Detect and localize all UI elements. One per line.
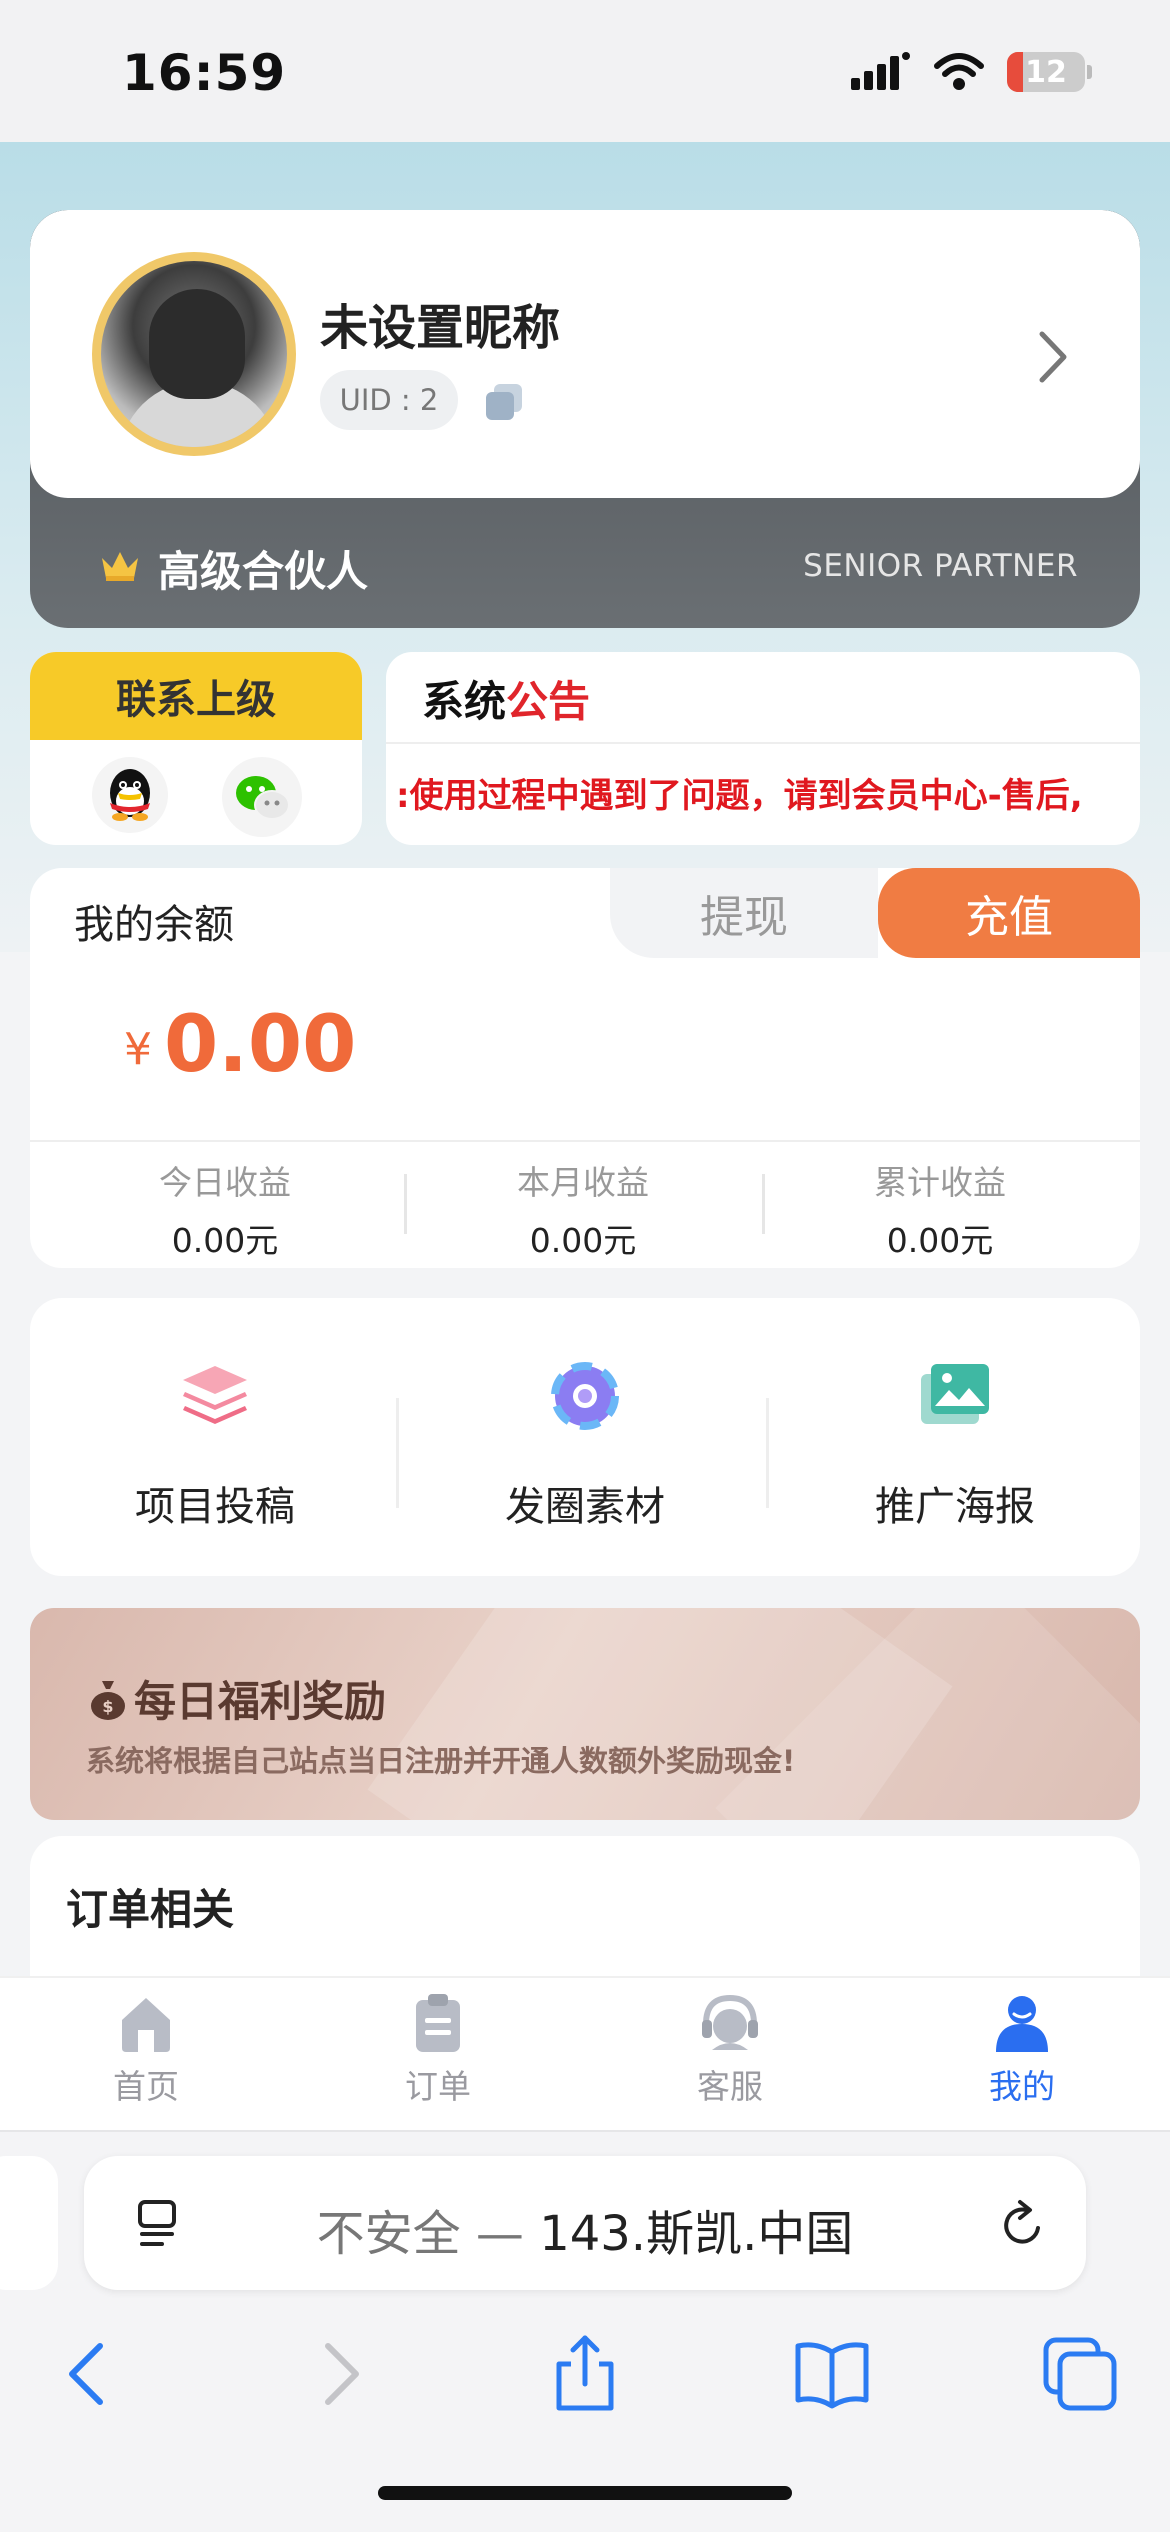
tab-label: 首页 bbox=[113, 2067, 179, 2106]
copy-icon[interactable] bbox=[482, 380, 526, 424]
partner-level-row: 高级合伙人 SENIOR PARTNER bbox=[30, 498, 1140, 628]
contact-superior-card: 联系上级 bbox=[30, 652, 362, 845]
balance-amount: 0.00 bbox=[164, 1000, 357, 1090]
home-indicator bbox=[378, 2486, 792, 2500]
tool-label: 发圈素材 bbox=[505, 1484, 665, 1530]
browser-nav-row bbox=[0, 2318, 1170, 2438]
orders-title: 订单相关 bbox=[66, 1885, 235, 1934]
avatar[interactable] bbox=[92, 252, 296, 456]
bonus-title-text: 每日福利奖励 bbox=[134, 1677, 387, 1726]
user-icon bbox=[996, 1996, 1048, 2052]
chevron-right-icon[interactable] bbox=[1038, 330, 1068, 384]
stat-label: 今日收益 bbox=[159, 1163, 291, 1202]
wechat-icon[interactable] bbox=[222, 757, 302, 837]
contact-title: 联系上级 bbox=[30, 652, 362, 740]
currency-symbol: ¥ bbox=[124, 1024, 152, 1075]
battery-level: 12 bbox=[1025, 54, 1067, 90]
crown-icon bbox=[102, 552, 138, 581]
notice-title-part1: 系统 bbox=[422, 677, 507, 726]
tab-support[interactable]: 客服 bbox=[584, 1992, 876, 2108]
tab-label: 我的 bbox=[989, 2067, 1055, 2106]
system-notice-card[interactable]: 系统公告 :使用过程中遇到了问题，请到会员中心-售后, bbox=[386, 652, 1140, 845]
recharge-button[interactable]: 充值 bbox=[878, 868, 1140, 958]
tool-project-submit[interactable]: 项目投稿 bbox=[30, 1358, 400, 1532]
stat-value: 0.00元 bbox=[886, 1221, 994, 1260]
clipboard-icon bbox=[416, 1994, 460, 2052]
tab-home[interactable]: 首页 bbox=[0, 1992, 292, 2108]
tool-label: 项目投稿 bbox=[135, 1484, 295, 1530]
bonus-subtitle: 系统将根据自己站点当日注册并开通人数额外奖励现金! bbox=[86, 1744, 796, 1778]
tab-label: 订单 bbox=[405, 2067, 471, 2106]
status-icons: 12 bbox=[851, 52, 1092, 92]
status-time: 16:59 bbox=[122, 44, 287, 102]
wifi-icon bbox=[934, 53, 984, 90]
stat-total: 累计收益 0.00元 bbox=[790, 1156, 1090, 1262]
headset-icon bbox=[702, 1994, 758, 2050]
stat-divider bbox=[404, 1174, 407, 1234]
stat-label: 累计收益 bbox=[874, 1163, 1006, 1202]
url-domain: 143.斯凯.中国 bbox=[539, 2206, 854, 2262]
tabs-icon[interactable] bbox=[1040, 2334, 1120, 2414]
tool-moments-material[interactable]: 发圈素材 bbox=[400, 1358, 770, 1532]
insecure-label: 不安全 — bbox=[316, 2206, 524, 2262]
url-text[interactable]: 不安全 — 143.斯凯.中国 bbox=[84, 2194, 1086, 2264]
stat-month: 本月收益 0.00元 bbox=[433, 1156, 733, 1262]
tab-orders[interactable]: 订单 bbox=[292, 1992, 584, 2108]
profile-card[interactable]: 未设置昵称 UID : 2 高级合伙人 SENIOR PARTNER bbox=[30, 210, 1140, 628]
previous-tab-peek[interactable] bbox=[0, 2156, 58, 2290]
battery-icon: 12 bbox=[1007, 52, 1085, 92]
tools-card: 项目投稿 发圈素材 推广海报 bbox=[30, 1298, 1140, 1576]
stat-value: 0.00元 bbox=[529, 1221, 637, 1260]
browser-toolbar: 不安全 — 143.斯凯.中国 bbox=[0, 2130, 1170, 2532]
aperture-icon bbox=[551, 1362, 619, 1430]
balance-actions: 提现 充值 bbox=[610, 868, 1140, 958]
bookmarks-icon[interactable] bbox=[792, 2334, 872, 2414]
partner-title-en: SENIOR PARTNER bbox=[803, 548, 1078, 584]
tab-mine[interactable]: 我的 bbox=[876, 1992, 1168, 2108]
tab-label: 客服 bbox=[697, 2067, 763, 2106]
gallery-icon bbox=[921, 1364, 989, 1424]
status-bar: 16:59 12 bbox=[0, 0, 1170, 142]
uid-badge: UID : 2 bbox=[320, 370, 458, 430]
balance-label: 我的余额 bbox=[74, 902, 234, 948]
tool-promo-poster[interactable]: 推广海报 bbox=[770, 1358, 1140, 1532]
orders-section: 订单相关 bbox=[30, 1836, 1140, 1996]
layers-icon bbox=[183, 1366, 247, 1424]
home-icon bbox=[122, 1998, 170, 2052]
tool-divider bbox=[766, 1398, 769, 1508]
reload-icon[interactable] bbox=[998, 2198, 1048, 2250]
bonus-title: $ 每日福利奖励 bbox=[88, 1668, 386, 1729]
balance-card: 我的余额 提现 充值 ¥ 0.00 今日收益 0.00元 本月收益 0.00元 … bbox=[30, 868, 1140, 1268]
notice-title: 系统公告 bbox=[422, 668, 590, 729]
bottom-tab-bar: 首页 订单 客服 我的 bbox=[0, 1976, 1170, 2130]
profile-top[interactable]: 未设置昵称 UID : 2 bbox=[30, 210, 1140, 498]
stat-label: 本月收益 bbox=[517, 1163, 649, 1202]
notice-title-part2: 公告 bbox=[506, 677, 591, 726]
qq-icon[interactable] bbox=[92, 757, 168, 833]
partner-title: 高级合伙人 bbox=[158, 547, 369, 596]
svg-text:$: $ bbox=[102, 1697, 113, 1716]
notice-marquee: :使用过程中遇到了问题，请到会员中心-售后, bbox=[396, 776, 1083, 816]
nickname: 未设置昵称 bbox=[320, 300, 561, 356]
share-icon[interactable] bbox=[545, 2334, 625, 2414]
daily-bonus-banner[interactable]: $ 每日福利奖励 系统将根据自己站点当日注册并开通人数额外奖励现金! bbox=[30, 1608, 1140, 1820]
signal-icon bbox=[851, 52, 910, 90]
back-icon[interactable] bbox=[48, 2334, 128, 2414]
withdraw-button[interactable]: 提现 bbox=[610, 868, 878, 958]
address-bar[interactable]: 不安全 — 143.斯凯.中国 bbox=[84, 2156, 1086, 2290]
forward-icon[interactable] bbox=[300, 2334, 380, 2414]
stat-value: 0.00元 bbox=[171, 1221, 279, 1260]
tool-label: 推广海报 bbox=[875, 1484, 1035, 1530]
money-bag-icon: $ bbox=[91, 1680, 125, 1720]
notice-divider bbox=[386, 742, 1140, 744]
tool-divider bbox=[396, 1398, 399, 1508]
balance-divider bbox=[30, 1140, 1140, 1142]
stat-today: 今日收益 0.00元 bbox=[75, 1156, 375, 1262]
stat-divider bbox=[762, 1174, 765, 1234]
